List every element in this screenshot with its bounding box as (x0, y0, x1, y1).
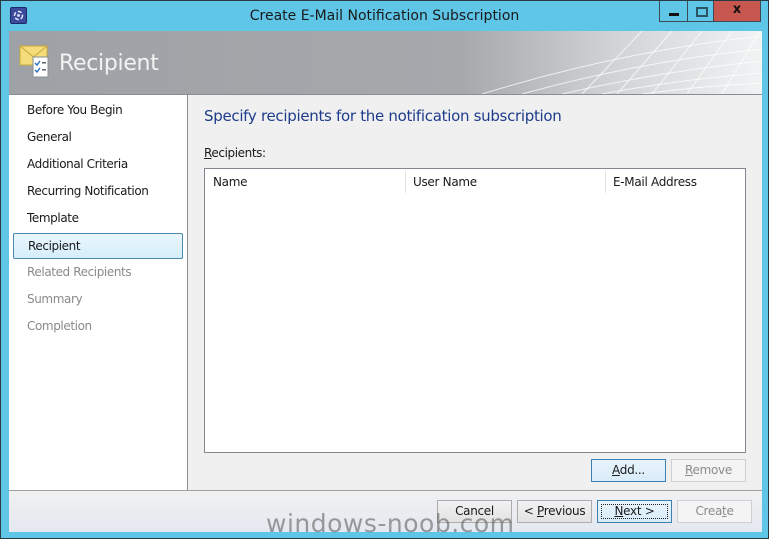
minimize-button[interactable] (660, 1, 688, 21)
remove-button: Remove (671, 459, 746, 482)
button-label: dd... (619, 463, 645, 477)
column-header-email-address[interactable]: E-Mail Address (605, 169, 745, 195)
wizard-content: Before You Begin General Additional Crit… (9, 95, 762, 490)
title-bar[interactable]: Create E-Mail Notification Subscription … (1, 1, 768, 31)
recipients-list[interactable]: Name User Name E-Mail Address (204, 168, 746, 453)
close-icon: x (732, 2, 742, 17)
column-header-name[interactable]: Name (205, 169, 405, 195)
nav-item-before-you-begin[interactable]: Before You Begin (13, 98, 183, 123)
wizard-header: Recipient (9, 31, 762, 95)
access-key: P (536, 504, 544, 518)
page-heading: Specify recipients for the notification … (204, 107, 562, 125)
access-key: A (612, 463, 620, 477)
window-title: Create E-Mail Notification Subscription (249, 8, 520, 24)
button-label: e (726, 504, 734, 518)
focus-ring (601, 504, 668, 519)
button-label: revious (543, 504, 586, 518)
header-mesh-decoration (481, 31, 762, 94)
create-button: Create (677, 500, 752, 523)
close-button[interactable]: x (714, 1, 760, 21)
button-label: < (523, 504, 537, 518)
nav-item-completion: Completion (27, 319, 92, 333)
nav-item-related-recipients: Related Recipients (27, 265, 132, 279)
nav-item-summary: Summary (27, 292, 83, 306)
nav-item-template[interactable]: Template (13, 206, 183, 231)
add-button[interactable]: Add... (591, 459, 666, 482)
window-controls: x (659, 1, 761, 22)
wizard-window: Create E-Mail Notification Subscription … (0, 0, 769, 539)
column-header-user-name[interactable]: User Name (405, 169, 605, 195)
mail-checklist-icon (19, 45, 49, 78)
nav-item-additional-criteria[interactable]: Additional Criteria (13, 152, 183, 177)
wizard-nav: Before You Begin General Additional Crit… (9, 95, 188, 490)
next-button[interactable]: Next > (597, 500, 672, 523)
button-label: Crea (695, 504, 723, 518)
watermark-text: windows-noob.com (266, 509, 515, 538)
label-text: ecipients: (211, 146, 266, 160)
maximize-button[interactable] (688, 1, 714, 21)
nav-item-recurring-notification[interactable]: Recurring Notification (13, 179, 183, 204)
recipients-label: Recipients: (204, 146, 266, 160)
nav-item-general[interactable]: General (13, 125, 183, 150)
button-label: emove (692, 463, 733, 477)
nav-item-recipient[interactable]: Recipient (13, 233, 183, 259)
previous-button[interactable]: < Previous (517, 500, 592, 523)
header-title: Recipient (59, 51, 159, 76)
access-key: R (685, 463, 693, 477)
